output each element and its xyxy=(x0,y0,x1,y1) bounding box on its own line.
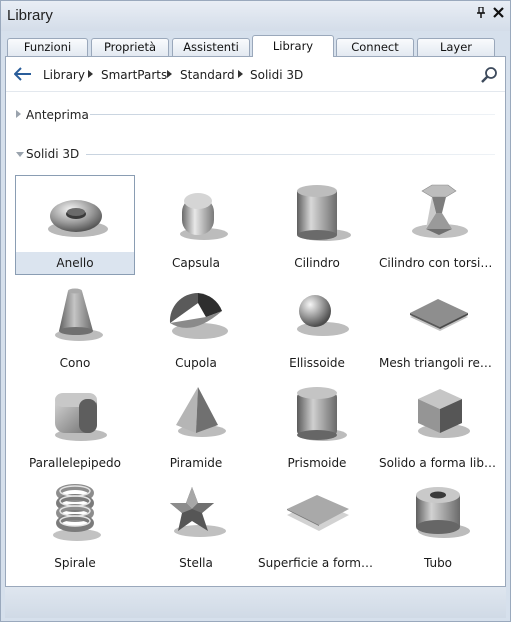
prismoid-icon xyxy=(297,387,347,441)
item-label: Cono xyxy=(59,356,91,370)
freeform-surface-icon xyxy=(287,495,349,531)
twisted-cylinder-icon xyxy=(412,184,468,238)
tab-funzioni[interactable]: Funzioni xyxy=(7,38,88,56)
item-label: Tubo xyxy=(423,556,453,570)
item-label: Cilindro xyxy=(294,256,340,270)
mesh-icon xyxy=(410,299,468,331)
section-label: Solidi 3D xyxy=(26,147,80,161)
tab-connect[interactable]: Connect xyxy=(336,38,414,56)
grid-item-solido-forma-libera[interactable]: Solido a forma libera xyxy=(378,375,498,475)
pyramid-icon xyxy=(176,387,226,437)
search-icon[interactable] xyxy=(480,66,498,84)
item-label: Solido a forma libera xyxy=(379,456,497,470)
section-label: Anteprima xyxy=(26,108,89,122)
tab-strip: Funzioni Proprietà Assistenti Library Co… xyxy=(5,35,507,57)
tab-assistenti[interactable]: Assistenti xyxy=(172,38,250,56)
grid-item-capsula[interactable]: Capsula xyxy=(136,175,256,275)
grid-item-cupola[interactable]: Cupola xyxy=(136,275,256,375)
breadcrumb-standard[interactable]: Standard xyxy=(180,68,235,82)
item-label: Cilindro con torsione... xyxy=(379,256,497,270)
grid-item-anello[interactable]: Anello xyxy=(15,175,135,275)
freeform-solid-icon xyxy=(418,389,470,438)
grid-item-prismoide[interactable]: Prismoide xyxy=(257,375,377,475)
collapse-arrow-icon xyxy=(16,152,24,157)
breadcrumb-separator-icon[interactable] xyxy=(167,70,172,78)
cone-icon xyxy=(55,288,103,341)
window-title: Library xyxy=(7,7,53,24)
pin-icon[interactable] xyxy=(476,6,486,23)
item-label: Anello xyxy=(16,252,134,274)
rounded-box-icon xyxy=(55,393,107,441)
item-label: Stella xyxy=(179,556,213,570)
breadcrumb-separator-icon[interactable] xyxy=(238,70,243,78)
breadcrumb-library[interactable]: Library xyxy=(43,68,85,82)
section-divider xyxy=(90,114,495,115)
capsule-icon xyxy=(180,193,228,240)
item-label: Mesh triangoli regol... xyxy=(379,356,497,370)
grid-item-piramide[interactable]: Piramide xyxy=(136,375,256,475)
cylinder-icon xyxy=(297,185,351,241)
title-bar[interactable]: Library xyxy=(1,1,510,31)
grid-item-tubo[interactable]: Tubo xyxy=(378,475,498,575)
close-icon[interactable] xyxy=(493,7,504,22)
item-label: Spirale xyxy=(54,556,96,570)
grid-item-stella[interactable]: Stella xyxy=(136,475,256,575)
grid-item-superficie-forma-libera[interactable]: Superficie a forma li... xyxy=(257,475,377,575)
spiral-icon xyxy=(53,484,101,541)
tab-library[interactable]: Library xyxy=(252,35,334,57)
grid-item-cilindro[interactable]: Cilindro xyxy=(257,175,377,275)
dome-icon xyxy=(169,292,228,339)
grid-item-mesh-triangoli[interactable]: Mesh triangoli regol... xyxy=(378,275,498,375)
grid-item-ellissoide[interactable]: Ellissoide xyxy=(257,275,377,375)
breadcrumb-smartparts[interactable]: SmartParts xyxy=(101,68,167,82)
grid-item-cilindro-con-torsione[interactable]: Cilindro con torsione... xyxy=(378,175,498,275)
item-label: Piramide xyxy=(169,456,223,470)
torus-icon xyxy=(48,200,108,237)
back-arrow-icon[interactable] xyxy=(13,66,32,82)
breadcrumb-separator-icon[interactable] xyxy=(88,70,93,78)
item-label: Superficie a forma li... xyxy=(258,556,376,570)
breadcrumb-solidi-3d[interactable]: Solidi 3D xyxy=(250,68,303,82)
expand-arrow-icon xyxy=(16,110,21,118)
item-label: Cupola xyxy=(175,356,217,370)
tab-proprieta[interactable]: Proprietà xyxy=(91,38,169,56)
grid-item-parallelepipedo[interactable]: Parallelepipedo xyxy=(15,375,135,475)
item-grid: Anello Capsula Cilindro Cilindro con tor… xyxy=(15,175,499,575)
grid-item-cono[interactable]: Cono xyxy=(15,275,135,375)
tab-layer[interactable]: Layer xyxy=(417,38,495,56)
grid-item-spirale[interactable]: Spirale xyxy=(15,475,135,575)
item-label: Ellissoide xyxy=(289,356,345,370)
star-icon xyxy=(170,487,226,537)
item-label: Capsula xyxy=(172,256,220,270)
status-bar xyxy=(5,587,506,618)
library-window: Library Funzioni Proprietà Assistenti Li… xyxy=(0,0,511,622)
item-label: Parallelepipedo xyxy=(28,456,121,470)
ellipsoid-icon xyxy=(297,295,349,336)
breadcrumb: Library SmartParts Standard Solidi 3D xyxy=(6,57,505,92)
item-label: Prismoide xyxy=(287,456,347,470)
tube-icon xyxy=(416,487,470,538)
library-panel: Library SmartParts Standard Solidi 3D An… xyxy=(5,56,506,587)
section-divider xyxy=(86,154,495,155)
